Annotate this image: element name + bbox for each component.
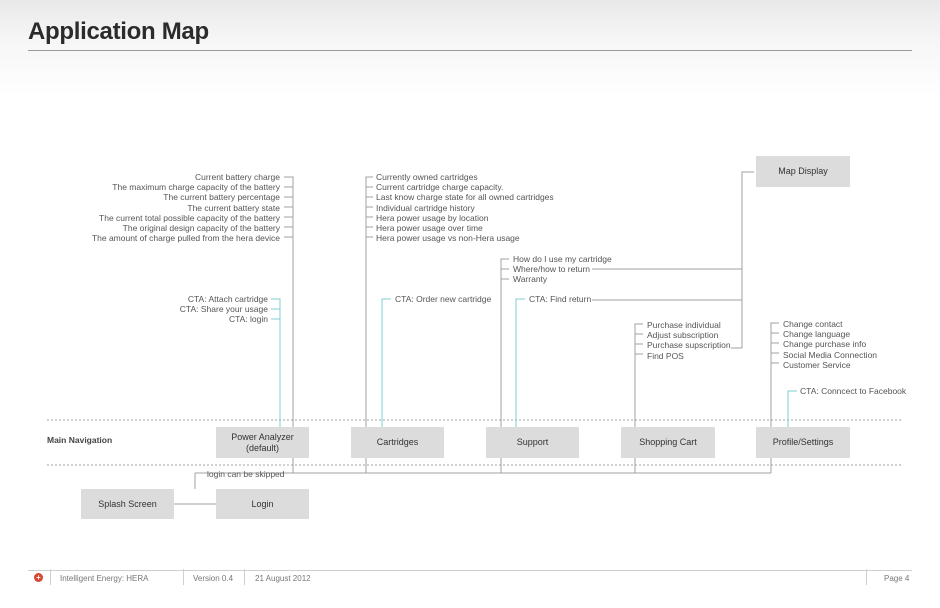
footer-separator bbox=[244, 569, 245, 585]
profile-info-item: Customer Service bbox=[783, 359, 851, 370]
application-map-page: Application Map Current battery charge T… bbox=[0, 0, 940, 608]
cartridges-info-item: Last know charge state for all owned car… bbox=[376, 192, 554, 203]
power-info-item: The original design capacity of the batt… bbox=[122, 223, 280, 234]
power-analyzer-node[interactable]: Power Analyzer (default) bbox=[216, 427, 309, 458]
footer-separator bbox=[50, 569, 51, 585]
support-cta: CTA: Find return bbox=[529, 294, 592, 304]
shopping-info-item: Adjust subscription bbox=[647, 330, 719, 341]
power-cta-item: CTA: login bbox=[228, 314, 268, 325]
support-info-item: Warranty bbox=[513, 274, 548, 285]
cartridges-cta: CTA: Order new cartridge bbox=[395, 294, 492, 304]
shopping-info-item: Find POS bbox=[647, 350, 684, 361]
shopping-cart-node[interactable]: Shopping Cart bbox=[621, 427, 715, 458]
cartridges-info-item: Hera power usage over time bbox=[376, 223, 483, 234]
support-info-item: How do I use my cartridge bbox=[513, 254, 612, 264]
footer-page-number: Page 4 bbox=[884, 574, 910, 583]
footer-product: Intelligent Energy: HERA bbox=[60, 574, 149, 583]
cartridges-info-item: Individual cartridge history bbox=[376, 202, 475, 213]
profile-cta-connector bbox=[787, 390, 797, 427]
shopping-info-list: Purchase individual Adjust subscription … bbox=[647, 320, 731, 361]
profile-info-item: Change purchase info bbox=[783, 339, 867, 350]
power-info-list: Current battery charge The maximum charg… bbox=[92, 172, 280, 243]
login-node[interactable]: Login bbox=[216, 489, 309, 519]
power-info-item: The current battery state bbox=[187, 202, 280, 213]
power-cta-item: CTA: Attach cartridge bbox=[187, 294, 268, 304]
power-info-item: The current battery percentage bbox=[163, 192, 280, 203]
support-info-list: How do I use my cartridge Where/how to r… bbox=[513, 254, 612, 285]
support-node[interactable]: Support bbox=[486, 427, 579, 458]
support-info-item: Where/how to return bbox=[513, 264, 591, 275]
cartridges-info-list: Currently owned cartridges Current cartr… bbox=[376, 172, 554, 243]
cartridges-info-item: Hera power usage by location bbox=[376, 212, 489, 223]
profile-settings-node[interactable]: Profile/Settings bbox=[756, 427, 850, 458]
profile-info-item: Change language bbox=[783, 329, 851, 340]
power-cta-item: CTA: Share your usage bbox=[179, 304, 268, 315]
power-info-item: The maximum charge capacity of the batte… bbox=[112, 182, 280, 193]
power-cta-connector bbox=[271, 298, 281, 427]
power-cta-list: CTA: Attach cartridge CTA: Share your us… bbox=[180, 294, 268, 325]
footer-date: 21 August 2012 bbox=[255, 574, 311, 583]
cartridges-info-item: Current cartridge charge capacity. bbox=[376, 182, 504, 193]
cartridges-node[interactable]: Cartridges bbox=[351, 427, 444, 458]
support-cta-connector bbox=[515, 298, 525, 427]
power-info-item: The amount of charge pulled from the her… bbox=[91, 233, 280, 244]
login-skip-note: login can be skipped bbox=[207, 469, 285, 479]
cartridges-info-item: Hera power usage vs non-Hera usage bbox=[376, 233, 520, 244]
splash-screen-node[interactable]: Splash Screen bbox=[81, 489, 174, 519]
power-info-item: Current battery charge bbox=[194, 172, 280, 182]
profile-cta: CTA: Conncect to Facebook bbox=[800, 386, 907, 396]
power-info-item: The current total possible capacity of t… bbox=[99, 212, 280, 223]
map-display-connector bbox=[741, 171, 754, 348]
shopping-info-item: Purchase supscription bbox=[647, 340, 731, 351]
footer-version: Version 0.4 bbox=[193, 574, 234, 583]
cartridges-cta-connector bbox=[381, 298, 391, 427]
main-navigation-label: Main Navigation bbox=[47, 435, 113, 445]
map-display-node[interactable]: Map Display bbox=[756, 156, 850, 187]
cartridges-info-item: Currently owned cartridges bbox=[376, 172, 478, 182]
brand-logo-icon: + bbox=[34, 573, 43, 582]
footer-separator bbox=[866, 569, 867, 585]
profile-info-item: Change contact bbox=[783, 319, 843, 329]
footer-divider bbox=[28, 570, 912, 571]
profile-info-list: Change contact Change language Change pu… bbox=[783, 319, 877, 370]
shopping-info-item: Purchase individual bbox=[647, 320, 721, 330]
profile-info-item: Social Media Connection bbox=[783, 349, 878, 360]
footer-separator bbox=[183, 569, 184, 585]
